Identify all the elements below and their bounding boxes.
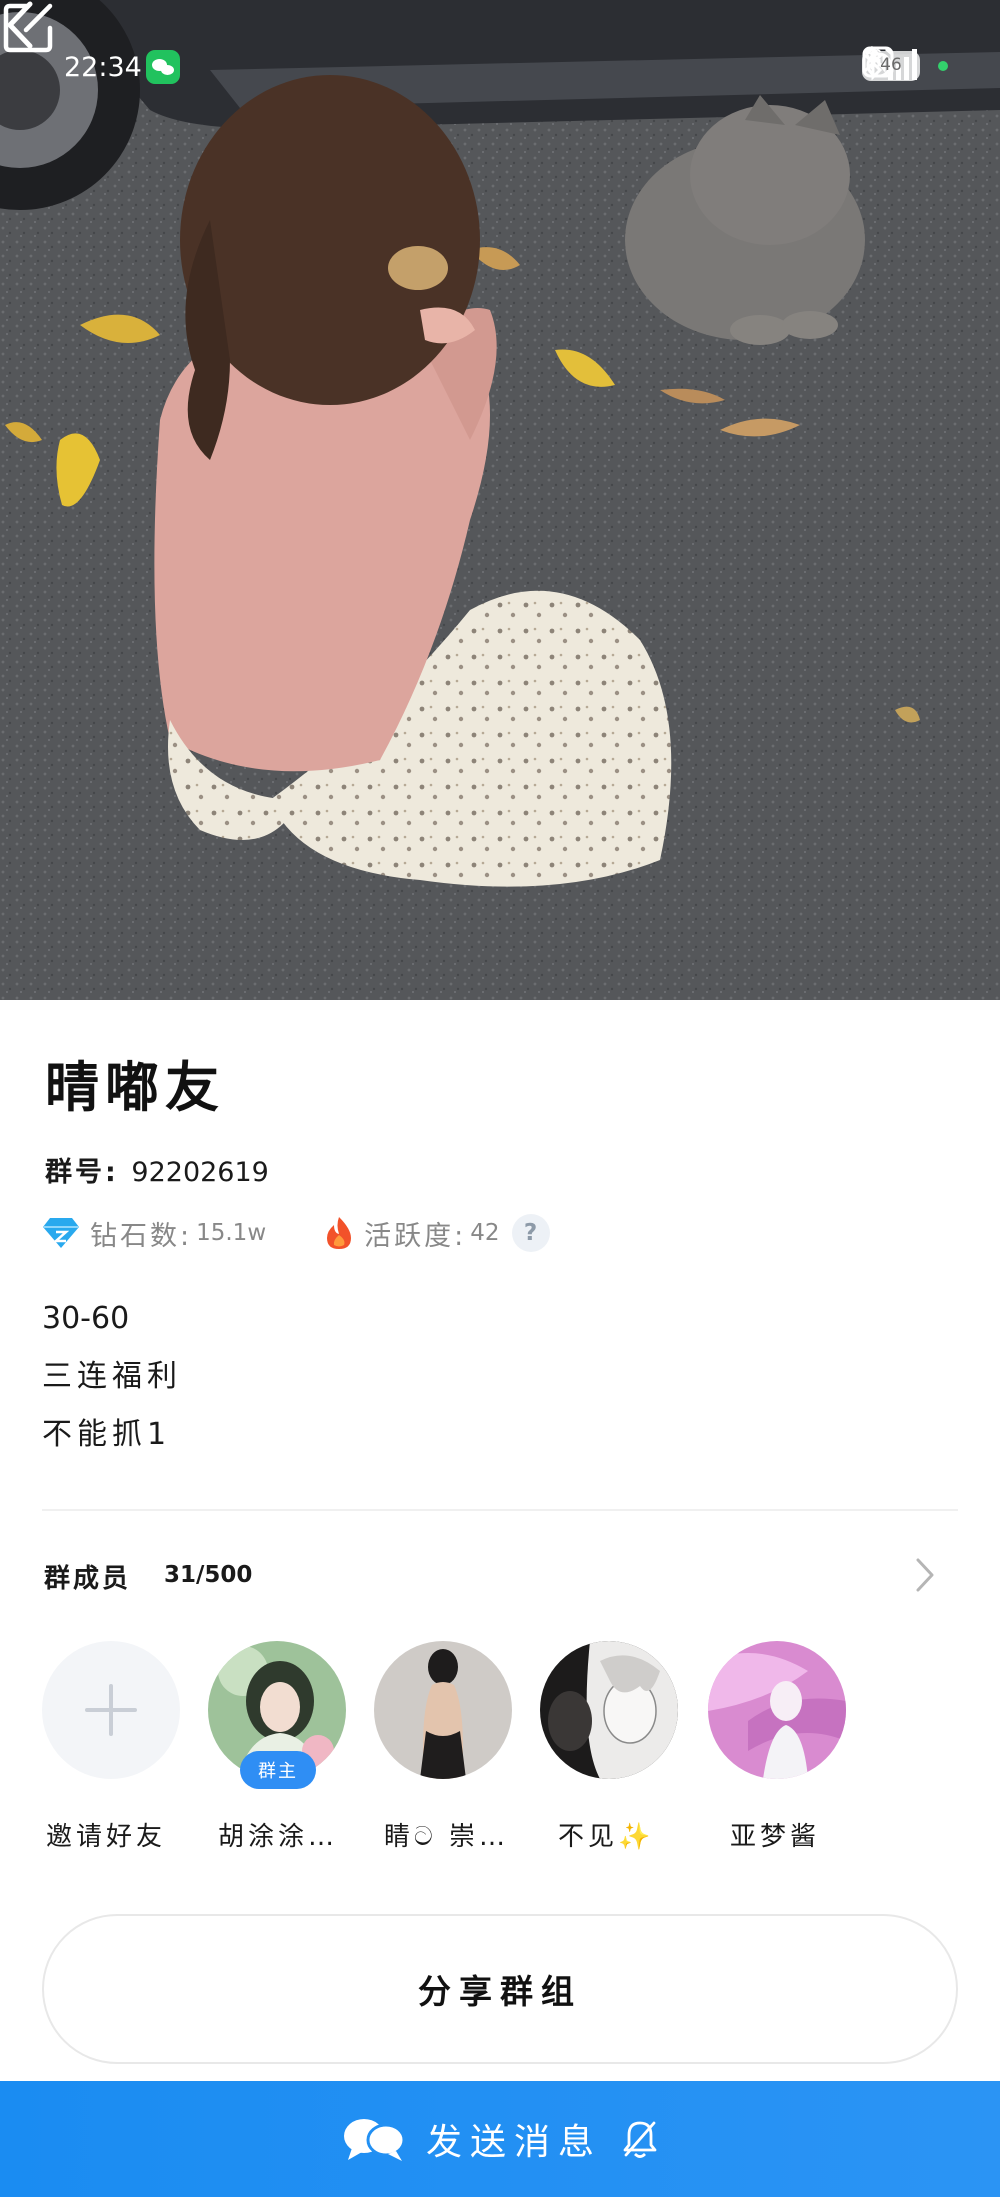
activity-value: 42 [470, 1220, 500, 1246]
plus-icon [85, 1684, 137, 1736]
status-bar: 22:34 5G 46 [0, 0, 1000, 130]
group-id-row: 群号: 92202619 [45, 1150, 269, 1189]
group-cover-photo: 22:34 5G 46 [0, 0, 1000, 1000]
send-message-bar[interactable]: 发送消息 [0, 2081, 1000, 2197]
edit-icon[interactable] [0, 0, 56, 56]
avatar[interactable] [374, 1641, 512, 1779]
invite-friend-label[interactable]: 邀请好友 [46, 1816, 166, 1853]
member-avatar-3[interactable] [540, 1641, 680, 1779]
battery-level: 46 [880, 55, 902, 75]
member-avatar-2[interactable] [374, 1641, 514, 1779]
chevron-right-icon[interactable] [914, 1556, 936, 1594]
group-stats-row: 钻石数: 15.1w 活跃度: 42 ? [42, 1212, 550, 1254]
fire-icon [327, 1217, 352, 1249]
activity-label: 活跃度: [364, 1220, 467, 1252]
share-group-button[interactable]: 分享群组 [42, 1914, 958, 2064]
group-description: 30-60 三连福利 不能抓1 [42, 1298, 182, 1472]
help-icon[interactable]: ? [511, 1214, 550, 1252]
battery-icon: 46 [862, 51, 920, 81]
member-name[interactable]: 不见✨ [558, 1816, 654, 1853]
status-time: 22:34 [64, 52, 142, 83]
description-line: 不能抓1 [42, 1417, 172, 1452]
cover-photo-illustration [0, 0, 1000, 1000]
description-line: 三连福利 [42, 1359, 182, 1394]
owner-badge: 群主 [240, 1751, 316, 1789]
member-name[interactable]: 睛ට 崇… [384, 1816, 509, 1853]
send-message-button[interactable]: 发送消息 [342, 2113, 658, 2165]
member-name[interactable]: 亚梦酱 [730, 1816, 820, 1853]
description-line: 30-60 [42, 1301, 130, 1336]
diamond-icon [43, 1218, 79, 1248]
privacy-indicator-dot [938, 61, 948, 71]
member-avatar-4[interactable] [708, 1641, 848, 1779]
members-count[interactable]: 31/500 [164, 1562, 252, 1588]
invite-friend-button[interactable] [42, 1641, 182, 1779]
avatar[interactable] [708, 1641, 846, 1779]
group-id-value: 92202619 [131, 1157, 269, 1188]
send-message-label[interactable]: 发送消息 [426, 2113, 602, 2165]
mute-bell-icon[interactable] [622, 2119, 658, 2159]
status-icons: 5G 46 [862, 46, 948, 86]
wechat-notification-icon [146, 50, 180, 84]
member-name[interactable]: 胡涂涂… [218, 1816, 338, 1853]
invite-avatar[interactable] [42, 1641, 180, 1779]
avatar[interactable] [540, 1641, 678, 1779]
diamond-stat: 钻石数: 15.1w [42, 1214, 266, 1253]
members-title[interactable]: 群成员 [44, 1558, 131, 1595]
group-id-label: 群号: [45, 1157, 119, 1188]
divider [42, 1509, 958, 1511]
diamond-value: 15.1w [196, 1220, 267, 1246]
group-name: 晴嘟友 [45, 1056, 225, 1119]
diamond-label: 钻石数: [90, 1220, 193, 1252]
activity-stat: 活跃度: 42 [324, 1214, 500, 1253]
chat-bubbles-icon [343, 2119, 406, 2161]
